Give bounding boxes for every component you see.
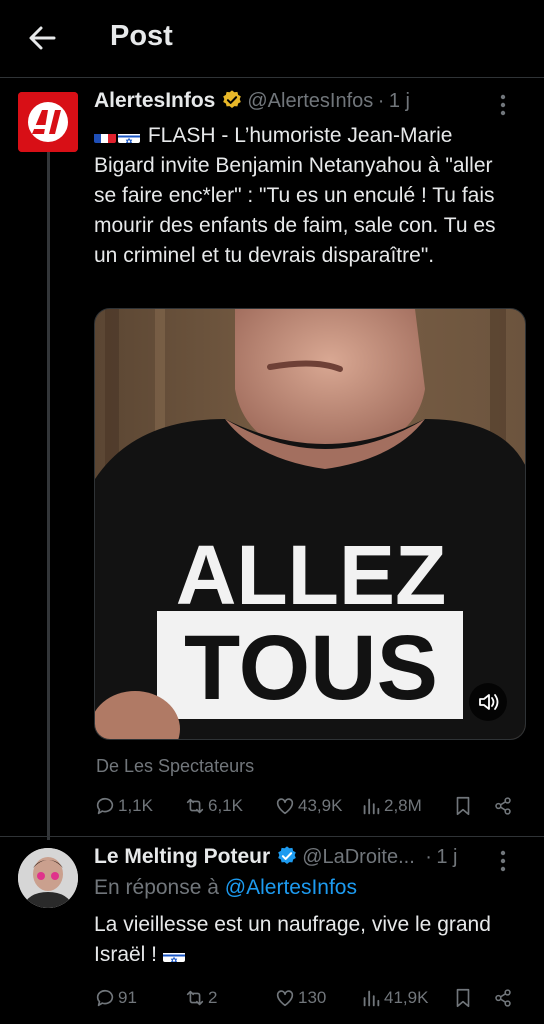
share-icon xyxy=(495,989,511,1007)
source-attribution[interactable]: De Les Spectateurs xyxy=(96,756,254,777)
video-frame: ALLEZ TOUS xyxy=(95,309,525,739)
heart-icon xyxy=(276,798,294,815)
reply-actions: 91 2 130 41,9K xyxy=(94,985,534,1011)
views-button[interactable]: 2,8M xyxy=(360,793,422,819)
israel-flag-icon xyxy=(162,947,185,962)
video-player[interactable]: ALLEZ TOUS xyxy=(94,308,526,740)
reply-count: 1,1K xyxy=(118,796,153,815)
author-handle[interactable]: @LaDroite... xyxy=(302,846,415,868)
in-reply-prefix: En réponse à xyxy=(94,876,219,899)
tweet-actions: 1,1K 6,1K 43,9K 2,8M xyxy=(94,793,534,819)
tweet-body: FLASH - L’humoriste Jean-Marie Bigard in… xyxy=(94,121,514,271)
divider xyxy=(0,836,544,837)
bookmark-icon xyxy=(456,988,470,1008)
separator-dot: · xyxy=(377,90,385,112)
post-time[interactable]: 1 j xyxy=(436,846,457,868)
repost-count: 2 xyxy=(208,988,218,1007)
avatar[interactable] xyxy=(18,92,78,152)
shirt-text-line-1: ALLEZ xyxy=(176,528,447,622)
reply-body: La vieillesse est un naufrage, vive le g… xyxy=(94,910,514,970)
israel-flag-icon xyxy=(118,128,140,143)
more-options-icon[interactable] xyxy=(500,94,506,116)
more-options-icon[interactable] xyxy=(500,850,506,872)
repost-count: 6,1K xyxy=(208,796,243,815)
verified-badge-icon xyxy=(221,89,243,111)
like-count: 130 xyxy=(298,988,327,1007)
tweet-header: AlertesInfos @AlertesInfos · 1 j xyxy=(94,89,534,119)
reply-count: 91 xyxy=(118,988,137,1007)
top-bar: Post xyxy=(0,0,544,78)
france-flag-icon xyxy=(94,128,116,143)
volume-toggle-icon[interactable] xyxy=(469,683,507,721)
arrow-left-icon[interactable] xyxy=(26,22,58,54)
repost-button[interactable]: 6,1K xyxy=(184,793,243,819)
bookmark-icon xyxy=(456,796,470,816)
in-reply-to: En réponse à @AlertesInfos xyxy=(94,876,357,900)
views-button[interactable]: 41,9K xyxy=(360,985,428,1011)
verified-badge-icon xyxy=(276,845,298,867)
heart-icon xyxy=(276,990,294,1007)
reply-text: La vieillesse est un naufrage, vive le g… xyxy=(94,913,491,966)
page-title: Post xyxy=(110,20,173,52)
reply-header: Le Melting Poteur @LaDroite... · 1 j xyxy=(94,845,534,875)
like-count: 43,9K xyxy=(298,796,343,815)
post-time[interactable]: 1 j xyxy=(389,90,410,112)
thread-connector-line xyxy=(47,150,50,840)
views-count: 2,8M xyxy=(384,796,422,815)
like-button[interactable]: 130 xyxy=(274,985,326,1011)
bookmark-button[interactable] xyxy=(452,985,476,1011)
author-name[interactable]: AlertesInfos xyxy=(94,89,215,112)
views-chart-icon xyxy=(363,798,380,815)
bookmark-button[interactable] xyxy=(452,793,476,819)
reply-button[interactable]: 91 xyxy=(94,985,137,1011)
repost-icon xyxy=(186,990,204,1006)
author-name[interactable]: Le Melting Poteur xyxy=(94,845,270,868)
author-handle[interactable]: @AlertesInfos xyxy=(247,90,373,112)
avatar[interactable] xyxy=(18,848,78,908)
reply-icon xyxy=(96,989,114,1007)
share-button[interactable] xyxy=(492,985,516,1011)
views-chart-icon xyxy=(363,990,380,1007)
share-button[interactable] xyxy=(492,793,516,819)
mention-link[interactable]: @AlertesInfos xyxy=(225,876,357,899)
views-count: 41,9K xyxy=(384,988,429,1007)
tweet-text: FLASH - L’humoriste Jean-Marie Bigard in… xyxy=(94,124,496,267)
shirt-text-line-2: TOUS xyxy=(184,617,438,719)
reply-button[interactable]: 1,1K xyxy=(94,793,153,819)
separator-dot: · xyxy=(425,846,432,868)
repost-button[interactable]: 2 xyxy=(184,985,217,1011)
repost-icon xyxy=(186,798,204,814)
like-button[interactable]: 43,9K xyxy=(274,793,342,819)
reply-icon xyxy=(96,797,114,815)
share-icon xyxy=(495,797,511,815)
